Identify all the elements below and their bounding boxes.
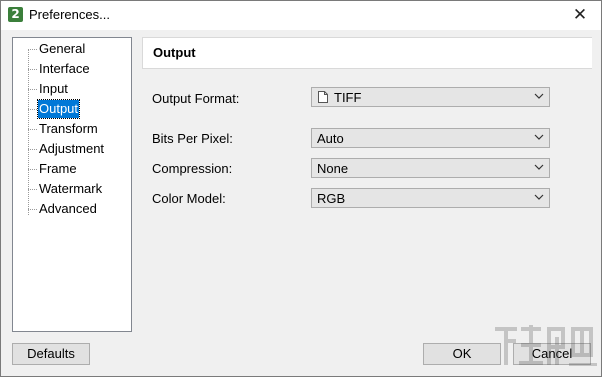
watermark-logo (495, 325, 597, 366)
tree-connector (28, 109, 37, 110)
file-icon (318, 91, 328, 103)
bits-per-pixel-label: Bits Per Pixel: (152, 131, 233, 146)
color-model-select[interactable]: RGB (311, 188, 550, 208)
sidebar-item-label: Advanced (39, 201, 97, 216)
chevron-down-icon (534, 194, 544, 200)
window-title: Preferences... (29, 7, 110, 22)
color-model-label: Color Model: (152, 191, 226, 206)
title-bar[interactable]: 2 Preferences... ✕ (1, 1, 601, 30)
ok-button[interactable]: OK (423, 343, 501, 365)
tree-connector (28, 209, 37, 210)
sidebar-item-label: Frame (39, 161, 77, 176)
defaults-button[interactable]: Defaults (12, 343, 90, 365)
sidebar-item-label: Interface (39, 61, 90, 76)
compression-select[interactable]: None (311, 158, 550, 178)
sidebar-item-label: Output (36, 99, 81, 119)
compression-value: None (317, 161, 349, 176)
sidebar-item-label: Adjustment (39, 141, 105, 156)
bits-per-pixel-value: Auto (317, 131, 344, 146)
tree-connector (28, 129, 37, 130)
close-button[interactable]: ✕ (569, 4, 591, 26)
tree-connector (28, 69, 37, 70)
tree-connector (28, 189, 37, 190)
tree-connector (28, 169, 37, 170)
compression-label: Compression: (152, 161, 233, 176)
panel-header: Output (142, 37, 592, 69)
page-title: Output (153, 45, 196, 60)
sidebar-item-label: Transform (39, 121, 98, 136)
output-format-select[interactable]: TIFF (311, 87, 550, 107)
color-model-value: RGB (317, 191, 346, 206)
category-tree: General Interface Input Output Transform… (12, 37, 132, 332)
chevron-down-icon (534, 164, 544, 170)
sidebar-item-label: Input (39, 81, 68, 96)
tree-connector (28, 149, 37, 150)
bits-per-pixel-select[interactable]: Auto (311, 128, 550, 148)
chevron-down-icon (534, 134, 544, 140)
tree-connector-line (28, 49, 29, 215)
preferences-window: 2 Preferences... ✕ General Interface Inp… (0, 0, 602, 377)
tree-connector (28, 49, 37, 50)
chevron-down-icon (534, 93, 544, 99)
sidebar-item-label: Watermark (39, 181, 103, 196)
tree-connector (28, 89, 37, 90)
output-format-label: Output Format: (152, 91, 240, 106)
output-format-value: TIFF (334, 90, 362, 105)
sidebar-item-label: General (39, 41, 86, 56)
app-icon: 2 (8, 7, 23, 22)
